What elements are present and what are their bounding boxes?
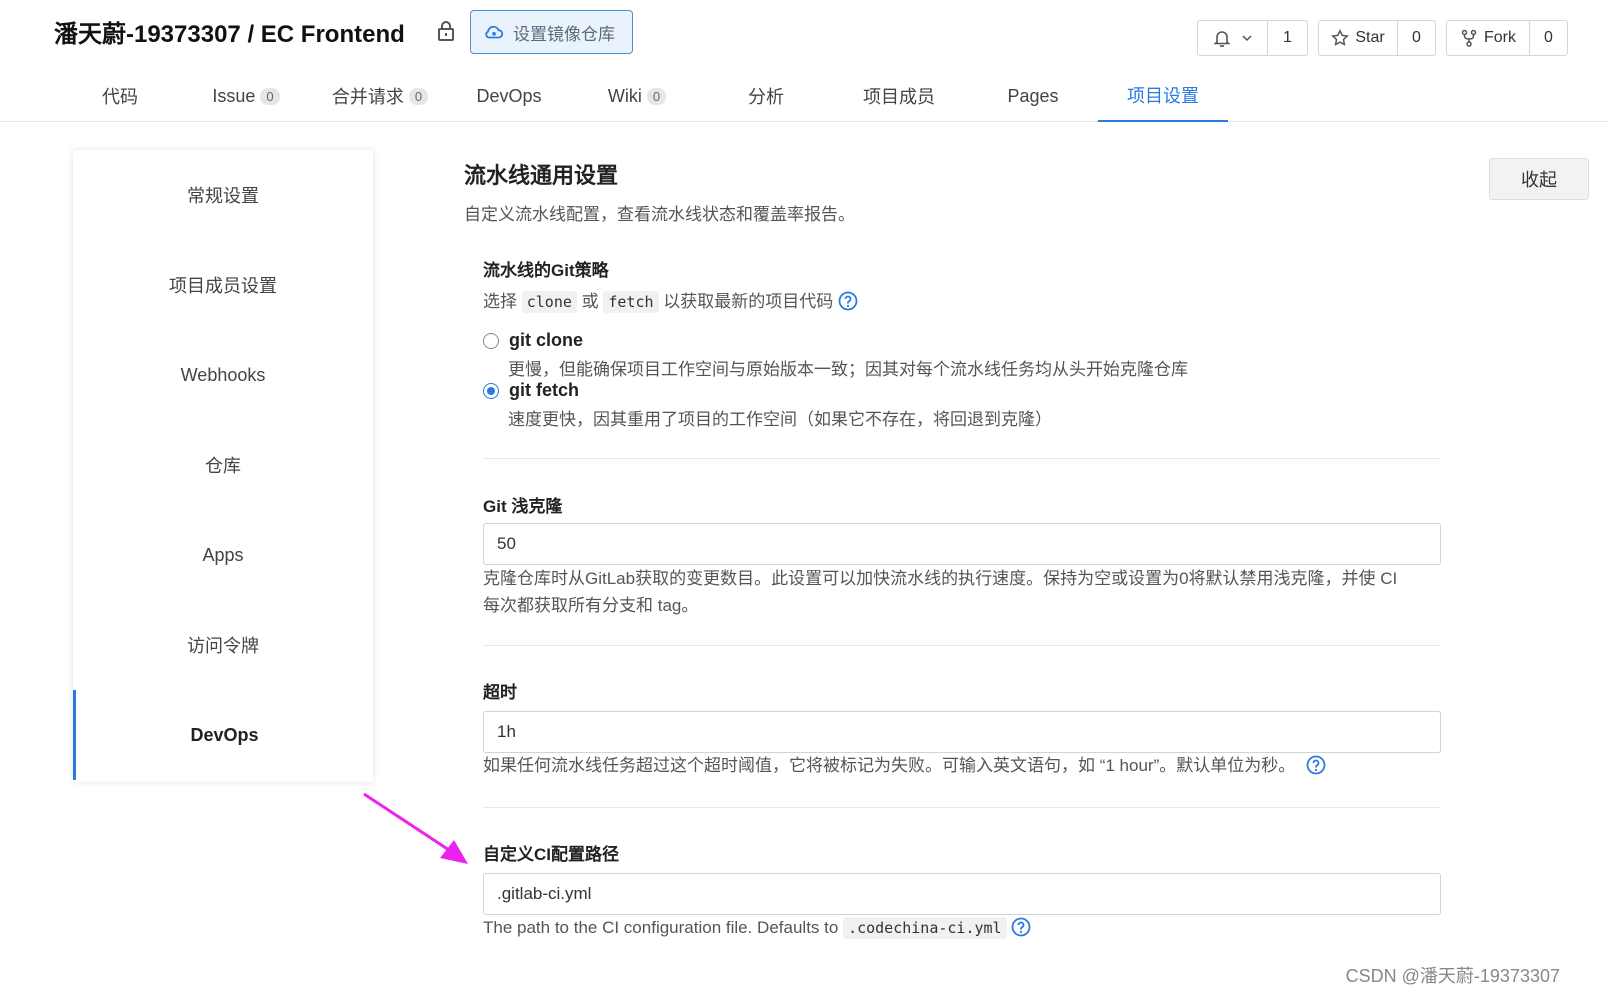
project-tabs: 代码 Issue 0 合并请求 0 DevOps Wiki 0 分析 项目成员 Pag… (0, 70, 1608, 122)
star-button-group: Star 0 (1318, 20, 1436, 56)
cloud-sync-icon (485, 25, 504, 39)
watch-button[interactable] (1198, 21, 1267, 55)
watch-button-group: 1 (1197, 20, 1308, 56)
fork-button-group: Fork 0 (1446, 20, 1568, 56)
bell-icon (1213, 31, 1230, 47)
sidebar-item-members[interactable]: 项目成员设置 (73, 240, 373, 330)
sidebar-item-apps[interactable]: Apps (73, 510, 373, 600)
section-description: 自定义流水线配置，查看流水线状态和覆盖率报告。 (464, 205, 855, 224)
question-circle-icon[interactable] (1011, 917, 1031, 937)
question-circle-icon[interactable] (838, 291, 858, 311)
shallow-clone-help: 克隆仓库时从GitLab获取的变更数目。此设置可以加快流水线的执行速度。保持为空… (483, 569, 1398, 615)
tab-wiki[interactable]: Wiki 0 (577, 70, 697, 122)
tab-project-settings[interactable]: 项目设置 (1098, 70, 1228, 122)
lock-icon (438, 21, 454, 41)
divider (483, 645, 1441, 646)
star-icon (1331, 29, 1350, 46)
tab-code[interactable]: 代码 (60, 70, 180, 122)
star-label: Star (1355, 29, 1385, 46)
timeout-help: 如果任何流水线任务超过这个超时阈值，它将被标记为失败。可输入英文语句，如 “1 … (483, 752, 1326, 779)
sidebar-item-general[interactable]: 常规设置 (73, 150, 373, 240)
tab-merge-requests[interactable]: 合并请求 0 (315, 70, 445, 122)
mirror-repo-label: 设置镜像仓库 (513, 24, 615, 44)
wiki-count-badge: 0 (646, 87, 667, 105)
clone-code: clone (521, 291, 577, 313)
git-strategy-help: 选择 clone 或 fetch 以获取最新的项目代码 (483, 288, 858, 316)
tab-pages[interactable]: Pages (968, 70, 1098, 122)
divider (483, 807, 1441, 808)
sidebar-item-devops[interactable]: DevOps (73, 690, 373, 780)
star-button[interactable]: Star (1319, 21, 1397, 55)
fork-button[interactable]: Fork (1447, 21, 1529, 55)
tab-members[interactable]: 项目成员 (834, 70, 964, 122)
fork-count[interactable]: 0 (1529, 21, 1567, 55)
git-strategy-label: 流水线的Git策略 (483, 261, 609, 280)
ci-path-help: The path to the CI configuration file. D… (483, 914, 1031, 942)
shallow-clone-label: Git 浅克隆 (483, 497, 563, 516)
fetch-code: fetch (603, 291, 659, 313)
sidebar-item-access-tokens[interactable]: 访问令牌 (73, 600, 373, 690)
repo-title[interactable]: 潘天蔚-19373307 / EC Frontend (54, 14, 405, 49)
tab-analytics[interactable]: 分析 (706, 70, 826, 122)
star-count[interactable]: 0 (1397, 21, 1435, 55)
repo-header: 潘天蔚-19373307 / EC Frontend 设置镜像仓库 1 Star… (0, 0, 1608, 70)
ci-path-label: 自定义CI配置路径 (483, 845, 619, 864)
fork-label: Fork (1484, 29, 1516, 46)
sidebar-item-repository[interactable]: 仓库 (73, 420, 373, 510)
question-circle-icon[interactable] (1306, 755, 1326, 775)
collapse-button[interactable]: 收起 (1489, 158, 1589, 200)
radio-button-clone[interactable] (483, 332, 499, 349)
annotation-arrow-icon (363, 792, 468, 864)
watermark: CSDN @潘天蔚-19373307 (1345, 966, 1560, 986)
tab-issue[interactable]: Issue 0 (186, 70, 306, 122)
git-clone-description: 更慢，但能确保项目工作空间与原始版本一致；因其对每个流水线任务均从头开始克隆仓库 (508, 360, 1188, 379)
git-fetch-description: 速度更快，因其重用了项目的工作空间（如果它不存在，将回退到克隆） (508, 410, 1052, 429)
chevron-down-icon (1241, 35, 1252, 42)
radio-git-fetch[interactable]: git fetch (483, 380, 579, 401)
radio-button-fetch[interactable] (483, 382, 499, 399)
section-title: 流水线通用设置 (464, 163, 619, 188)
timeout-input[interactable] (483, 711, 1441, 753)
settings-sidebar: 常规设置 项目成员设置 Webhooks 仓库 Apps 访问令牌 DevOps (73, 150, 373, 782)
fork-icon (1461, 29, 1477, 47)
mirror-repo-button[interactable]: 设置镜像仓库 (470, 10, 633, 54)
issue-count-badge: 0 (260, 87, 280, 105)
merge-request-count-badge: 0 (408, 87, 429, 105)
shallow-clone-input[interactable] (483, 523, 1441, 565)
sidebar-item-webhooks[interactable]: Webhooks (73, 330, 373, 420)
ci-path-input[interactable] (483, 873, 1441, 915)
tab-devops[interactable]: DevOps (449, 70, 569, 122)
radio-git-clone[interactable]: git clone (483, 330, 583, 351)
watch-count[interactable]: 1 (1267, 21, 1307, 55)
default-ci-file-code: .codechina-ci.yml (843, 917, 1007, 939)
timeout-label: 超时 (483, 683, 517, 702)
divider (483, 458, 1441, 459)
